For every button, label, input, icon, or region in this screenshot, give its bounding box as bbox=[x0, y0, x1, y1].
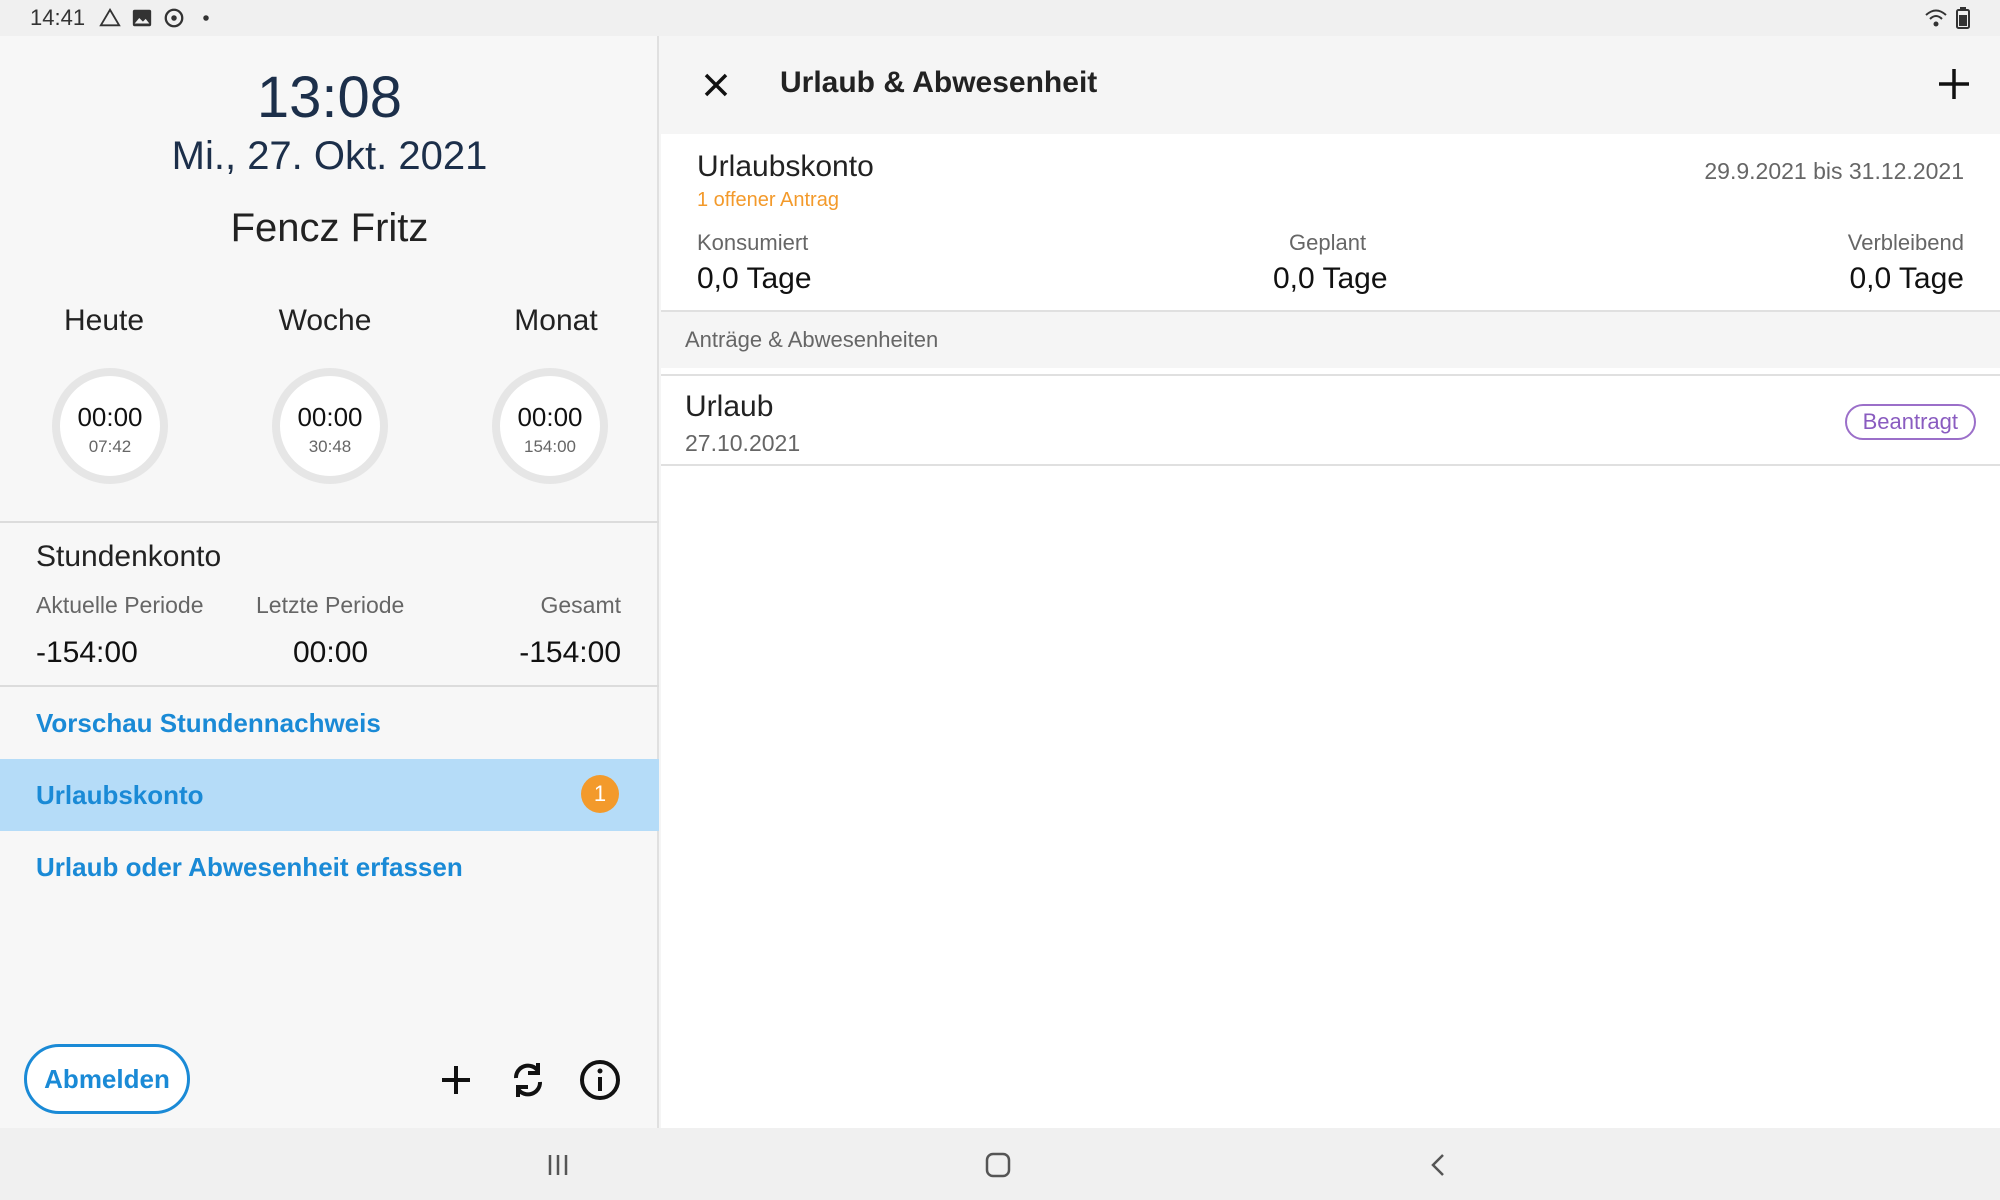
entry-date: 27.10.2021 bbox=[685, 430, 801, 456]
consumed-label: Konsumiert bbox=[697, 230, 809, 255]
add-icon[interactable] bbox=[1934, 64, 1974, 104]
nav-label: Vorschau Stundennachweis bbox=[36, 707, 381, 738]
today-worked: 00:00 bbox=[77, 402, 143, 432]
vacation-account-title: Urlaubskonto bbox=[697, 150, 874, 183]
hours-current-value: -154:00 bbox=[36, 636, 138, 669]
image-icon bbox=[132, 9, 152, 27]
open-requests-text: 1 offener Antrag bbox=[697, 189, 839, 211]
hours-last-label: Letzte Periode bbox=[256, 592, 405, 618]
current-time: 13:08 bbox=[256, 65, 403, 130]
logout-button[interactable]: Abmelden bbox=[24, 1044, 190, 1114]
system-navigation-bar bbox=[0, 1128, 2000, 1200]
open-requests-badge: 1 bbox=[581, 775, 619, 813]
week-time-ring: 00:00 30:48 bbox=[272, 368, 388, 484]
divider bbox=[661, 374, 2000, 376]
panel-title: Urlaub & Abwesenheit bbox=[780, 66, 1098, 99]
nav-record-absence[interactable]: Urlaub oder Abwesenheit erfassen bbox=[0, 831, 659, 903]
month-time-ring: 00:00 154:00 bbox=[492, 368, 608, 484]
info-icon[interactable] bbox=[576, 1056, 624, 1104]
absence-panel: Urlaub & Abwesenheit Urlaubskonto 1 offe… bbox=[661, 36, 2000, 1128]
hours-current-label: Aktuelle Periode bbox=[36, 592, 204, 618]
hours-account-title: Stundenkonto bbox=[36, 540, 222, 573]
month-target: 154:00 bbox=[524, 437, 576, 456]
status-badge: Beantragt bbox=[1844, 404, 1976, 440]
week-target: 30:48 bbox=[308, 437, 352, 456]
dashboard-panel: 13:08 Mi., 27. Okt. 2021 Fencz Fritz Heu… bbox=[0, 36, 659, 1128]
recent-apps-icon[interactable] bbox=[541, 1148, 575, 1182]
drive-icon bbox=[99, 7, 121, 27]
nav-label: Urlaubskonto bbox=[36, 779, 204, 810]
divider bbox=[0, 521, 659, 523]
remaining-value: 0,0 Tage bbox=[1849, 262, 1964, 295]
status-time: 14:41 bbox=[30, 5, 86, 30]
period-label-month: Monat bbox=[514, 304, 598, 337]
week-worked: 00:00 bbox=[297, 402, 363, 432]
wifi-icon bbox=[1925, 9, 1947, 27]
nav-label: Urlaub oder Abwesenheit erfassen bbox=[36, 851, 463, 882]
today-time-ring: 00:00 07:42 bbox=[52, 368, 168, 484]
close-icon[interactable] bbox=[697, 66, 735, 104]
period-label-today: Heute bbox=[63, 304, 145, 337]
period-label-week: Woche bbox=[278, 304, 372, 337]
status-bar: 14:41 bbox=[0, 0, 2000, 36]
panel-header: Urlaub & Abwesenheit bbox=[661, 36, 2000, 134]
remaining-label: Verbleibend bbox=[1847, 230, 1964, 255]
consumed-value: 0,0 Tage bbox=[697, 262, 812, 295]
divider bbox=[661, 464, 2000, 466]
planned-label: Geplant bbox=[1289, 230, 1367, 255]
sync-icon[interactable] bbox=[504, 1056, 552, 1104]
planned-value: 0,0 Tage bbox=[1273, 262, 1388, 295]
current-date: Mi., 27. Okt. 2021 bbox=[171, 134, 488, 178]
sync-app-icon bbox=[164, 8, 184, 28]
requests-section-header: Anträge & Abwesenheiten bbox=[661, 312, 2000, 368]
back-icon[interactable] bbox=[1422, 1148, 1456, 1182]
entry-title: Urlaub bbox=[685, 390, 774, 423]
month-worked: 00:00 bbox=[517, 402, 583, 432]
home-icon[interactable] bbox=[981, 1148, 1015, 1182]
hours-total-label: Gesamt bbox=[540, 592, 621, 618]
nav-timesheet-preview[interactable]: Vorschau Stundennachweis bbox=[0, 687, 659, 759]
hours-last-value: 00:00 bbox=[293, 636, 369, 669]
add-icon[interactable] bbox=[432, 1056, 480, 1104]
battery-icon bbox=[1956, 7, 1970, 29]
today-target: 07:42 bbox=[88, 437, 132, 456]
account-date-range: 29.9.2021 bis 31.12.2021 bbox=[1704, 158, 1964, 184]
user-name: Fencz Fritz bbox=[230, 206, 429, 250]
hours-total-value: -154:00 bbox=[519, 636, 621, 669]
dot-icon bbox=[203, 15, 209, 21]
nav-vacation-account[interactable]: Urlaubskonto 1 bbox=[0, 759, 659, 831]
